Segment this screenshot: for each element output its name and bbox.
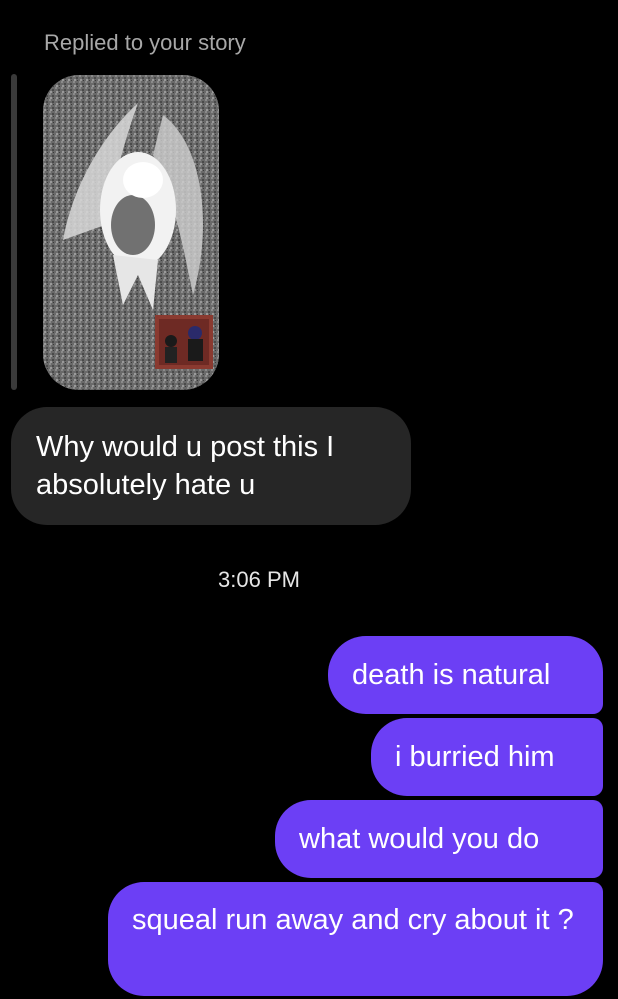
incoming-message[interactable]: Why would u post this I absolutely hate …: [11, 407, 411, 525]
outgoing-message[interactable]: squeal run away and cry about it ?: [108, 882, 603, 996]
outgoing-message[interactable]: death is natural: [328, 636, 603, 714]
outgoing-message[interactable]: i burried him: [371, 718, 603, 796]
story-image: [43, 75, 219, 390]
story-thumbnail[interactable]: [43, 75, 219, 390]
message-timestamp: 3:06 PM: [218, 567, 300, 592]
outgoing-message[interactable]: what would you do: [275, 800, 603, 878]
reply-indicator-bar: [11, 74, 17, 390]
story-reply-header: Replied to your story: [44, 30, 246, 55]
